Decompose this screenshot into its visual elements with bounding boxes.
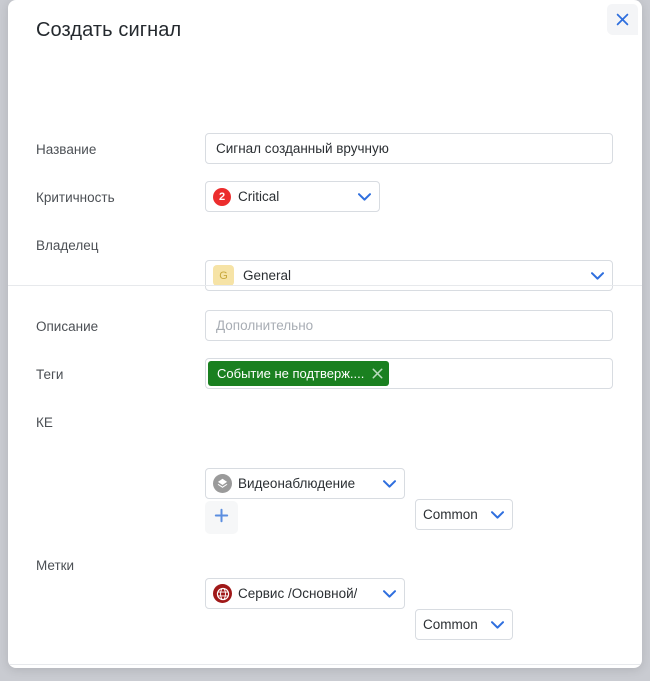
ci-select-0[interactable]: Видеонаблюдение: [205, 468, 405, 499]
ci-type-select-0[interactable]: Common: [415, 499, 513, 530]
plus-icon: [214, 508, 229, 528]
chevron-down-icon: [350, 193, 371, 201]
criticality-label: Критичность: [36, 190, 115, 205]
owner-value: General: [243, 268, 291, 283]
globe-icon: [213, 584, 232, 603]
chevron-down-icon: [483, 511, 504, 519]
tags-input[interactable]: Событие не подтверж....: [205, 358, 613, 389]
create-signal-dialog: Создать сигнал Название Критичность 2 Cr…: [8, 0, 642, 668]
ci-type-select-1[interactable]: Common: [415, 609, 513, 640]
add-ci-button[interactable]: [205, 501, 238, 534]
chevron-down-icon: [375, 480, 396, 488]
avatar: G: [213, 265, 234, 286]
name-input[interactable]: [205, 133, 613, 164]
chevron-down-icon: [483, 621, 504, 629]
screen: Создать сигнал Название Критичность 2 Cr…: [0, 0, 650, 681]
layers-icon: [213, 474, 232, 493]
dialog-header: Создать сигнал: [8, 0, 642, 60]
owner-select[interactable]: G General: [205, 260, 613, 291]
ci-select-1[interactable]: Сервис /Основной/: [205, 578, 405, 609]
form-body: Название Критичность 2 Critical Владелец…: [8, 60, 642, 345]
ci-value-1: Сервис /Основной/: [238, 586, 357, 601]
footer-divider: [8, 664, 642, 665]
close-icon: [616, 13, 629, 26]
labels-label: Метки: [36, 558, 74, 573]
tag-chip[interactable]: Событие не подтверж....: [208, 361, 389, 386]
criticality-select[interactable]: 2 Critical: [205, 181, 380, 212]
ci-type-value-1: Common: [423, 617, 478, 632]
section-divider: [8, 285, 642, 286]
severity-badge: 2: [213, 188, 231, 206]
page-title: Создать сигнал: [36, 19, 181, 42]
description-label: Описание: [36, 319, 98, 334]
chevron-down-icon: [583, 272, 604, 280]
tag-chip-label: Событие не подтверж....: [217, 366, 364, 381]
ci-type-value-0: Common: [423, 507, 478, 522]
criticality-value: Critical: [238, 189, 279, 204]
chevron-down-icon: [375, 590, 396, 598]
tags-label: Теги: [36, 367, 63, 382]
name-label: Название: [36, 142, 96, 157]
close-button[interactable]: [607, 4, 638, 35]
owner-label: Владелец: [36, 238, 98, 253]
close-icon[interactable]: [372, 367, 383, 381]
ci-value-0: Видеонаблюдение: [238, 476, 355, 491]
ci-label: КЕ: [36, 415, 53, 430]
description-input[interactable]: [205, 310, 613, 341]
